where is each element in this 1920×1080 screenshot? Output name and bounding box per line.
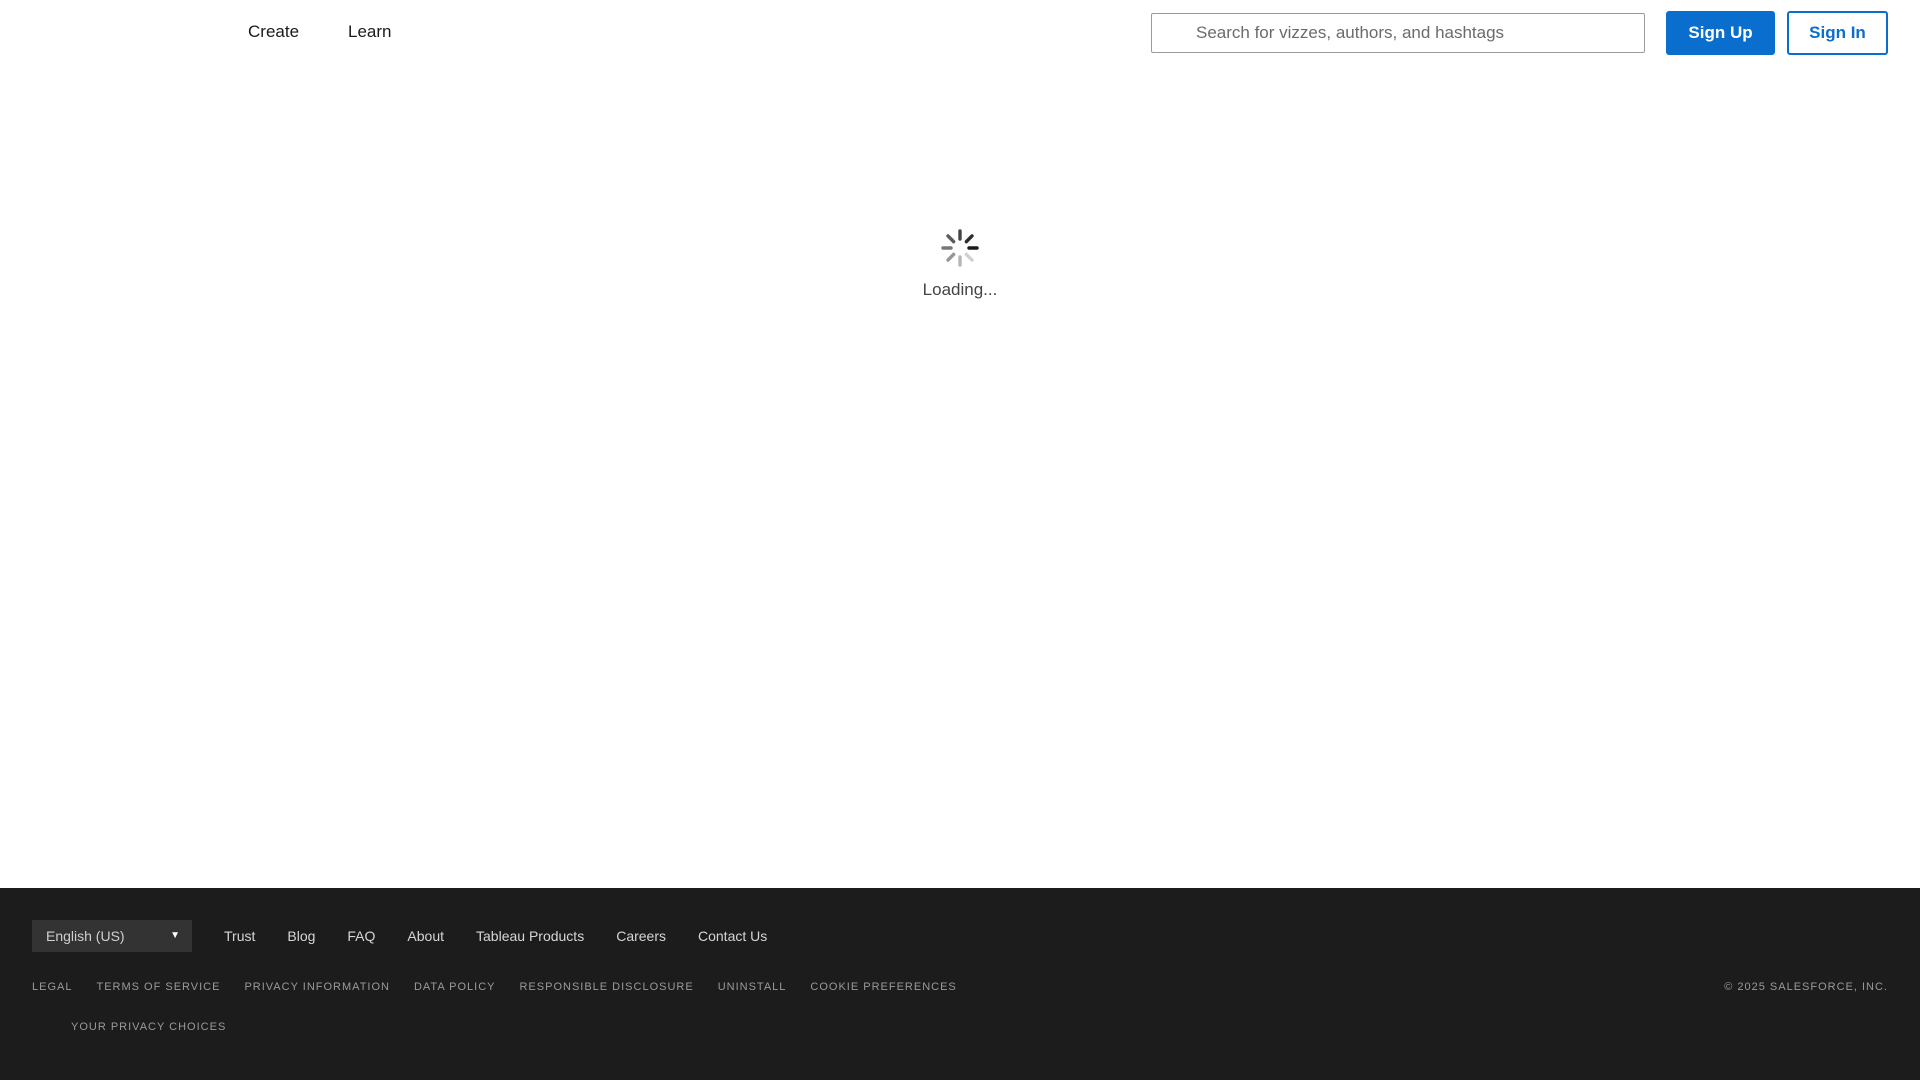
top-header: Create Learn Sign Up Sign In — [0, 0, 1920, 66]
legal-links: LEGAL TERMS OF SERVICE PRIVACY INFORMATI… — [32, 981, 981, 993]
legal-link-privacy-information[interactable]: PRIVACY INFORMATION — [244, 981, 390, 993]
footer-link-trust[interactable]: Trust — [224, 928, 255, 944]
nav-create-link[interactable]: Create — [248, 21, 299, 43]
legal-link-terms-of-service[interactable]: TERMS OF SERVICE — [96, 981, 220, 993]
copyright-text: © 2025 SALESFORCE, INC. — [1724, 981, 1888, 993]
site-footer: English (US) ▼ Trust Blog FAQ About Tabl… — [0, 888, 1920, 1080]
footer-link-careers[interactable]: Careers — [616, 928, 666, 944]
caret-down-icon: ▼ — [170, 930, 180, 941]
privacy-choices-link[interactable]: YOUR PRIVACY CHOICES — [71, 1021, 226, 1033]
nav-learn-link[interactable]: Learn — [348, 21, 391, 43]
legal-link-responsible-disclosure[interactable]: RESPONSIBLE DISCLOSURE — [519, 981, 693, 993]
loading-indicator: Loading... — [0, 228, 1920, 300]
language-select[interactable]: English (US) ▼ — [32, 920, 192, 952]
search-input[interactable] — [1194, 14, 1634, 52]
footer-links: Trust Blog FAQ About Tableau Products Ca… — [224, 928, 799, 944]
loading-spinner-icon — [941, 229, 979, 267]
sign-up-button[interactable]: Sign Up — [1666, 11, 1775, 55]
legal-link-data-policy[interactable]: DATA POLICY — [414, 981, 496, 993]
footer-link-blog[interactable]: Blog — [287, 928, 315, 944]
loading-text: Loading... — [922, 280, 998, 299]
footer-link-tableau-products[interactable]: Tableau Products — [476, 928, 584, 944]
footer-link-about[interactable]: About — [407, 928, 444, 944]
language-select-value: English (US) — [46, 928, 125, 944]
footer-link-faq[interactable]: FAQ — [347, 928, 375, 944]
legal-link-legal[interactable]: LEGAL — [32, 981, 72, 993]
legal-link-uninstall[interactable]: UNINSTALL — [718, 981, 787, 993]
search-box[interactable] — [1151, 13, 1645, 53]
footer-link-contact-us[interactable]: Contact Us — [698, 928, 767, 944]
legal-link-cookie-preferences[interactable]: COOKIE PREFERENCES — [810, 981, 956, 993]
sign-in-button[interactable]: Sign In — [1787, 11, 1888, 55]
